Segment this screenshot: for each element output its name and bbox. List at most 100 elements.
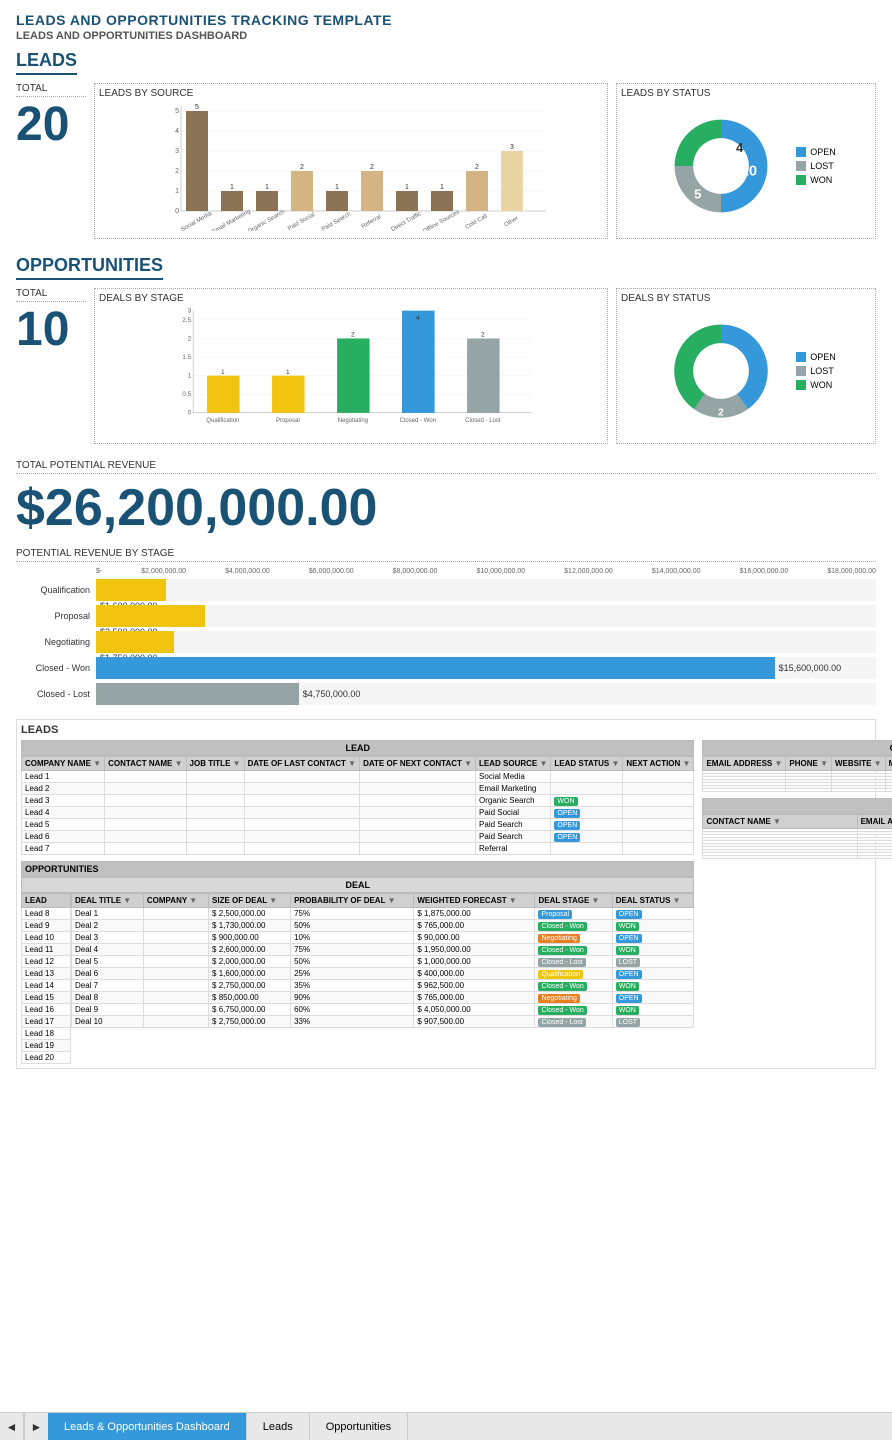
list-item: Lead 8 bbox=[22, 908, 71, 920]
leads-bar-chart: LEADS BY SOURCE 0 1 2 3 4 5 bbox=[94, 83, 608, 239]
opps-donut-content: 4 2 4 OPEN LOST bbox=[621, 306, 871, 436]
table-row: Deal 5$ 2,000,000.0050%$ 1,000,000.00Clo… bbox=[72, 956, 694, 968]
svg-text:0.5: 0.5 bbox=[182, 391, 191, 398]
leads-donut-title: LEADS BY STATUS bbox=[621, 88, 871, 99]
svg-text:2: 2 bbox=[351, 332, 355, 339]
sub-title: LEADS AND OPPORTUNITIES DASHBOARD bbox=[16, 30, 876, 42]
leads-donut-legend: OPEN LOST WON bbox=[796, 147, 836, 185]
svg-text:2.5: 2.5 bbox=[182, 317, 191, 324]
table-row: Deal 4$ 2,600,000.0075%$ 1,950,000.00Clo… bbox=[72, 944, 694, 956]
table-row: Deal 2$ 1,730,000.0050%$ 765,000.00Close… bbox=[72, 920, 694, 932]
nav-tab-dashboard[interactable]: Leads & Opportunities Dashboard bbox=[48, 1413, 247, 1440]
contact-body bbox=[703, 771, 892, 792]
opps-bar-chart: DEALS BY STAGE 0 0.5 1 1.5 2 2.5 3 bbox=[94, 288, 608, 444]
table-row: Deal 8$ 850,000.0090%$ 765,000.00Negotia… bbox=[72, 992, 694, 1004]
opps-total-number: 10 bbox=[16, 306, 86, 354]
svg-text:1.5: 1.5 bbox=[182, 354, 191, 361]
deals-header: DEAL TITLE ▼ COMPANY ▼ SIZE OF DEAL ▼ PR… bbox=[72, 894, 694, 908]
opps-contact-header-row: CONTACT NAME ▼ EMAIL ADDRESS ▼ PHONE ▼ N… bbox=[703, 815, 892, 829]
svg-text:Referral: Referral bbox=[361, 214, 382, 230]
svg-text:4: 4 bbox=[175, 128, 179, 135]
won-color bbox=[796, 175, 806, 185]
svg-text:Closed - Lost: Closed - Lost bbox=[465, 418, 501, 424]
svg-text:Closed - Won: Closed - Won bbox=[400, 418, 436, 424]
hbar-negotiating: Negotiating $1,750,000.00 bbox=[16, 631, 876, 653]
leads-bar-svg: 0 1 2 3 4 5 5 bbox=[99, 101, 603, 231]
leads-charts-row: TOTAL 20 LEADS BY SOURCE 0 1 2 3 4 5 bbox=[16, 83, 876, 239]
deals-table: DEAL TITLE ▼ COMPANY ▼ SIZE OF DEAL ▼ PR… bbox=[71, 893, 694, 1028]
leads-donut-chart: LEADS BY STATUS bbox=[616, 83, 876, 239]
hbar-track-closed-lost: $4,750,000.00 bbox=[96, 683, 876, 705]
opps-legend-won: WON bbox=[796, 380, 836, 390]
lead-labels-table: LEAD Lead 8 Lead 9 Lead 10 Lead 11 Lead … bbox=[21, 893, 71, 1064]
svg-text:Qualification: Qualification bbox=[206, 418, 239, 424]
svg-text:1: 1 bbox=[188, 373, 192, 380]
opps-contact-body bbox=[703, 829, 892, 859]
svg-text:Organic Search: Organic Search bbox=[247, 209, 286, 231]
leads-table-section: LEADS LEAD COMPANY NAME ▼ CONTACT NAME ▼… bbox=[16, 719, 876, 1069]
leads-table-header: COMPANY NAME ▼ CONTACT NAME ▼ JOB TITLE … bbox=[22, 757, 694, 771]
list-item: Lead 9 bbox=[22, 920, 71, 932]
svg-text:Proposal: Proposal bbox=[276, 418, 300, 424]
list-item: Lead 10 bbox=[22, 932, 71, 944]
leads-right-table: CONTACT INFORMATION EMAIL ADDRESS ▼ PHON… bbox=[702, 740, 892, 1064]
table-row bbox=[703, 856, 892, 859]
leads-donut-content: 4 10 5 OPEN LOST bbox=[621, 101, 871, 231]
nav-prev[interactable]: ◄ bbox=[0, 1413, 24, 1440]
svg-text:Negotiating: Negotiating bbox=[338, 418, 368, 424]
list-item: Lead 16 bbox=[22, 1004, 71, 1016]
table-row: Deal 10$ 2,750,000.0033%$ 907,500.00Clos… bbox=[72, 1016, 694, 1028]
svg-text:1: 1 bbox=[265, 184, 269, 191]
bottom-nav: ◄ ► Leads & Opportunities Dashboard Lead… bbox=[0, 1412, 892, 1440]
hbar-closed-lost: Closed - Lost $4,750,000.00 bbox=[16, 683, 876, 705]
open-color bbox=[796, 147, 806, 157]
won-label: WON bbox=[810, 175, 832, 185]
opps-contact-additional: CONTACT NAME ▼ EMAIL ADDRESS ▼ PHONE ▼ N… bbox=[702, 814, 892, 859]
leads-table: COMPANY NAME ▼ CONTACT NAME ▼ JOB TITLE … bbox=[21, 756, 694, 855]
svg-text:Other: Other bbox=[503, 216, 519, 229]
nav-next[interactable]: ► bbox=[24, 1413, 48, 1440]
leads-total-number: 20 bbox=[16, 101, 86, 149]
table-row: Deal 1$ 2,500,000.0075%$ 1,875,000.00Pro… bbox=[72, 908, 694, 920]
svg-text:2: 2 bbox=[300, 164, 304, 171]
hbar-track-closed-won: $15,600,000.00 bbox=[96, 657, 876, 679]
list-item: Lead 18 bbox=[22, 1028, 71, 1040]
svg-text:2: 2 bbox=[718, 408, 724, 419]
hbar-label-proposal: Proposal bbox=[16, 611, 96, 621]
table-row: Lead 3Organic SearchWON bbox=[22, 795, 694, 807]
hbar-proposal: Proposal $2,500,000.00 bbox=[16, 605, 876, 627]
opps-contact-table: CONTACT NAME ▼ EMAIL ADDRESS ▼ PHONE ▼ N… bbox=[702, 814, 892, 859]
table-row: Lead 4Paid SocialOPEN bbox=[22, 807, 694, 819]
legend-won: WON bbox=[796, 175, 836, 185]
list-item: Lead 14 bbox=[22, 980, 71, 992]
hbar-value-closed-won: $15,600,000.00 bbox=[779, 663, 842, 673]
legend-open: OPEN bbox=[796, 147, 836, 157]
svg-text:5: 5 bbox=[195, 104, 199, 111]
svg-text:3: 3 bbox=[510, 144, 514, 151]
table-row: Deal 6$ 1,600,000.0025%$ 400,000.00Quali… bbox=[72, 968, 694, 980]
col-source: LEAD SOURCE ▼ bbox=[476, 757, 551, 771]
table-row: Lead 7Referral bbox=[22, 843, 694, 855]
svg-text:2: 2 bbox=[481, 332, 485, 339]
opps-section: OPPORTUNITIES TOTAL 10 DEALS BY STAGE 0 … bbox=[16, 255, 876, 444]
opps-legend-open: OPEN bbox=[796, 352, 836, 362]
nav-tab-leads[interactable]: Leads bbox=[247, 1413, 310, 1440]
opps-charts-row: TOTAL 10 DEALS BY STAGE 0 0.5 1 1.5 2 2.… bbox=[16, 288, 876, 444]
svg-text:Offline Sources: Offline Sources bbox=[422, 209, 460, 231]
contact-table: EMAIL ADDRESS ▼ PHONE ▼ WEBSITE ▼ MAILIN… bbox=[702, 756, 892, 792]
leads-tables-container: LEAD COMPANY NAME ▼ CONTACT NAME ▼ JOB T… bbox=[21, 740, 871, 1064]
list-item: Lead 17 bbox=[22, 1016, 71, 1028]
opps-donut-title: DEALS BY STATUS bbox=[621, 293, 871, 304]
opps-total-label: TOTAL bbox=[16, 288, 86, 302]
list-item: Lead 11 bbox=[22, 944, 71, 956]
svg-text:5: 5 bbox=[175, 108, 179, 115]
nav-tab-opportunities[interactable]: Opportunities bbox=[310, 1413, 408, 1440]
revenue-amount: $26,200,000.00 bbox=[16, 478, 876, 538]
opps-open-label: OPEN bbox=[810, 352, 836, 362]
legend-lost: LOST bbox=[796, 161, 836, 171]
col-last-contact: DATE OF LAST CONTACT ▼ bbox=[244, 757, 360, 771]
opps-contact-header: CONTACT INFO bbox=[702, 798, 892, 814]
opps-leads-deals: LEAD Lead 8 Lead 9 Lead 10 Lead 11 Lead … bbox=[21, 893, 694, 1064]
svg-text:3: 3 bbox=[175, 148, 179, 155]
opps-won-label: WON bbox=[810, 380, 832, 390]
